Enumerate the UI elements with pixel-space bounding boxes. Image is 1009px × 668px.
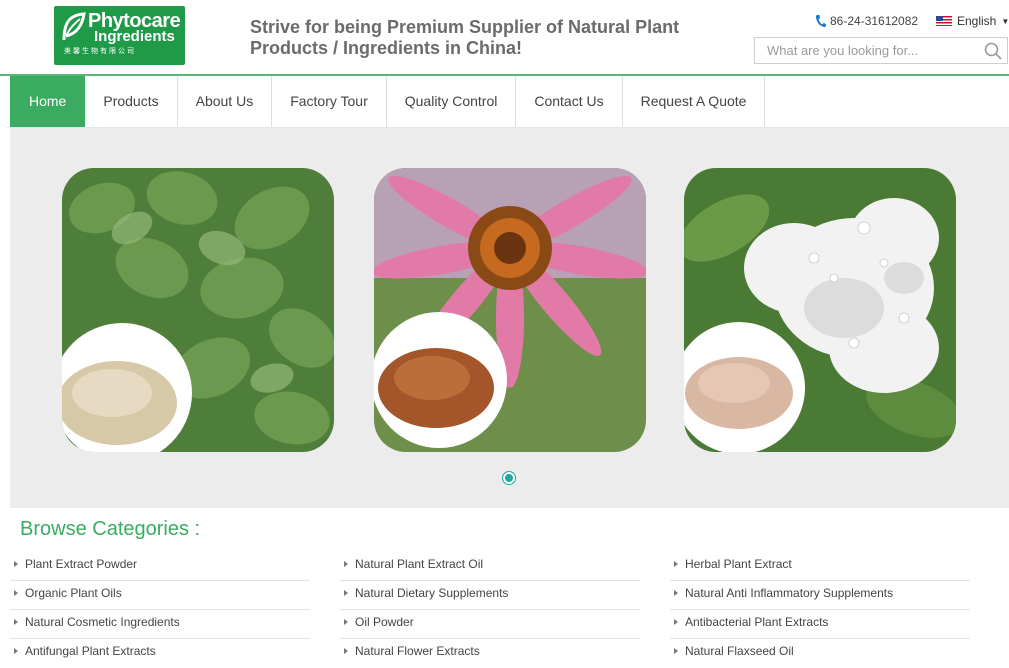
nav-item-quality-control[interactable]: Quality Control bbox=[387, 76, 517, 127]
green-leaves-illustration bbox=[62, 168, 334, 452]
nav-item-contact-us[interactable]: Contact Us bbox=[516, 76, 623, 127]
site-tagline: Strive for being Premium Supplier of Nat… bbox=[250, 17, 680, 58]
slider-dot-active[interactable] bbox=[503, 472, 515, 484]
category-link[interactable]: Natural Cosmetic Ingredients bbox=[10, 610, 310, 639]
search-icon[interactable] bbox=[983, 41, 1003, 61]
nav-item-home[interactable]: Home bbox=[10, 76, 86, 127]
language-label: English bbox=[957, 14, 997, 28]
main-nav: Home Products About Us Factory Tour Qual… bbox=[10, 76, 766, 128]
nav-item-factory-tour[interactable]: Factory Tour bbox=[272, 76, 387, 127]
category-link[interactable]: Natural Plant Extract Oil bbox=[340, 552, 640, 581]
phone-number: 86-24-31612082 bbox=[830, 14, 919, 28]
category-column-2: Natural Plant Extract Oil Natural Dietar… bbox=[340, 552, 640, 668]
slide-image-green-leaves[interactable] bbox=[62, 168, 334, 452]
category-link[interactable]: Oil Powder bbox=[340, 610, 640, 639]
category-link[interactable]: Organic Plant Oils bbox=[10, 581, 310, 610]
category-link[interactable]: Natural Flower Extracts bbox=[340, 639, 640, 668]
category-column-3: Herbal Plant Extract Natural Anti Inflam… bbox=[670, 552, 970, 668]
category-link[interactable]: Plant Extract Powder bbox=[10, 552, 310, 581]
browse-categories-title: Browse Categories : bbox=[20, 518, 201, 540]
category-link[interactable]: Antifungal Plant Extracts bbox=[10, 639, 310, 668]
category-link[interactable]: Natural Anti Inflammatory Supplements bbox=[670, 581, 970, 610]
search-box bbox=[754, 37, 1008, 64]
phone-icon bbox=[816, 15, 826, 27]
image-slider[interactable] bbox=[10, 128, 1009, 508]
logo-line2: Ingredients bbox=[94, 28, 175, 45]
category-link[interactable]: Natural Flaxseed Oil bbox=[670, 639, 970, 668]
chevron-down-icon: ▼ bbox=[1001, 16, 1009, 26]
white-peony-illustration bbox=[684, 168, 956, 452]
company-logo[interactable]: Phytocare Ingredients 美馨生物有限公司 bbox=[54, 6, 185, 65]
logo-line3: 美馨生物有限公司 bbox=[64, 48, 136, 55]
echinacea-illustration bbox=[374, 168, 646, 452]
us-flag-icon bbox=[936, 16, 952, 26]
category-column-1: Plant Extract Powder Organic Plant Oils … bbox=[10, 552, 310, 668]
slide-image-echinacea[interactable] bbox=[374, 168, 646, 452]
category-link[interactable]: Herbal Plant Extract bbox=[670, 552, 970, 581]
nav-item-about-us[interactable]: About Us bbox=[178, 76, 273, 127]
search-input[interactable] bbox=[755, 38, 975, 63]
phone-contact[interactable]: 86-24-31612082 bbox=[815, 14, 918, 28]
category-link[interactable]: Natural Dietary Supplements bbox=[340, 581, 640, 610]
language-selector[interactable]: English ▼ bbox=[936, 14, 1009, 28]
leaf-logo-icon bbox=[62, 12, 86, 41]
slide-image-white-peony[interactable] bbox=[684, 168, 956, 452]
category-link[interactable]: Antibacterial Plant Extracts bbox=[670, 610, 970, 639]
site-header: Phytocare Ingredients 美馨生物有限公司 Strive fo… bbox=[0, 0, 1009, 76]
nav-item-request-quote[interactable]: Request A Quote bbox=[623, 76, 766, 127]
nav-item-products[interactable]: Products bbox=[85, 76, 178, 127]
